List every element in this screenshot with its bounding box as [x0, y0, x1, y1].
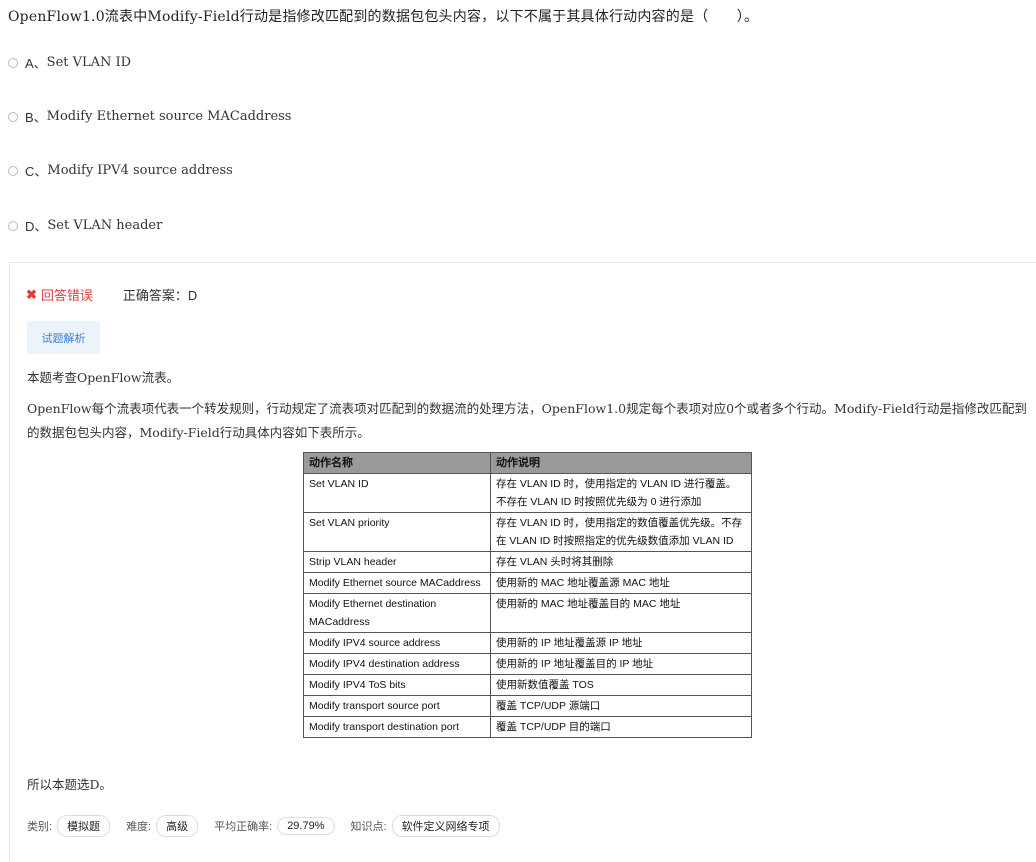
category-label: 类别: — [27, 821, 53, 833]
action-desc: 存在 VLAN 头时将其删除 — [490, 551, 752, 573]
table-row: Modify transport source port 覆盖 TCP/UDP … — [303, 695, 752, 717]
question-meta: 类别: 模拟题 难度: 高级 平均正确率: 29.79% 知识点: 软件定义网络… — [27, 815, 516, 837]
category-tag[interactable]: 模拟题 — [57, 815, 111, 837]
wrong-icon: ✖ — [26, 286, 37, 302]
modify-field-table: 动作名称 动作说明 Set VLAN ID 存在 VLAN ID 时，使用指定的… — [303, 452, 752, 738]
analysis-body: OpenFlow每个流表项代表一个转发规则，行动规定了流表项对匹配到的数据流的处… — [27, 401, 1027, 440]
table-row: Set VLAN ID 存在 VLAN ID 时，使用指定的 VLAN ID 进… — [303, 473, 752, 513]
option-letter: D、 — [25, 219, 48, 234]
table-row: Modify Ethernet source MACaddress 使用新的 M… — [303, 572, 752, 594]
action-name: Modify IPV4 ToS bits — [303, 674, 491, 696]
table-row: Modify IPV4 ToS bits 使用新数值覆盖 TOS — [303, 674, 752, 696]
difficulty-tag: 高级 — [156, 815, 199, 837]
action-desc: 覆盖 TCP/UDP 源端口 — [490, 695, 752, 717]
table-row: Set VLAN priority 存在 VLAN ID 时，使用指定的数值覆盖… — [303, 512, 752, 552]
action-name: Set VLAN ID — [303, 473, 491, 513]
radio-icon[interactable] — [8, 57, 18, 68]
accuracy-tag: 29.79% — [277, 817, 335, 835]
option-text: Set VLAN header — [47, 218, 163, 233]
radio-icon[interactable] — [8, 111, 18, 122]
difficulty-label: 难度: — [126, 821, 152, 833]
analysis-tab-button[interactable]: 试题解析 — [27, 321, 100, 354]
table-header-name: 动作名称 — [303, 452, 491, 474]
table-row: Modify transport destination port 覆盖 TCP… — [303, 716, 752, 738]
action-desc: 存在 VLAN ID 时，使用指定的 VLAN ID 进行覆盖。不存在 VLAN… — [490, 473, 752, 513]
action-desc: 覆盖 TCP/UDP 目的端口 — [490, 716, 752, 738]
option-d[interactable]: D、 Set VLAN header — [8, 216, 162, 235]
option-letter: B、 — [25, 110, 47, 125]
action-name: Modify Ethernet destination MACaddress — [303, 593, 491, 633]
accuracy-label: 平均正确率: — [214, 821, 273, 833]
radio-icon[interactable] — [8, 165, 18, 176]
table-row: Modify IPV4 source address 使用新的 IP 地址覆盖源… — [303, 632, 752, 654]
action-name: Modify IPV4 source address — [303, 632, 491, 654]
wrong-answer-label: 回答错误 — [40, 288, 93, 303]
analysis-conclusion: 所以本题选D。 — [27, 777, 113, 792]
action-name: Modify transport source port — [303, 695, 491, 717]
action-name: Modify transport destination port — [303, 716, 491, 738]
radio-icon[interactable] — [8, 220, 18, 231]
correct-answer-label: 正确答案：D — [122, 288, 198, 303]
table-header-row: 动作名称 动作说明 — [303, 452, 752, 474]
action-name: Modify Ethernet source MACaddress — [303, 572, 491, 594]
option-a[interactable]: A、 Set VLAN ID — [8, 53, 131, 72]
table-row: Modify Ethernet destination MACaddress 使… — [303, 593, 752, 633]
action-desc: 使用新的 MAC 地址覆盖目的 MAC 地址 — [490, 593, 752, 633]
action-desc: 使用新的 IP 地址覆盖目的 IP 地址 — [490, 653, 752, 675]
question-text: OpenFlow1.0流表中Modify-Field行动是指修改匹配到的数据包包… — [8, 9, 759, 25]
action-name: Modify IPV4 destination address — [303, 653, 491, 675]
result-row: ✖ 回答错误 正确答案：D — [26, 285, 197, 304]
option-text: Set VLAN ID — [46, 55, 132, 70]
option-c[interactable]: C、 Modify IPV4 source address — [8, 161, 233, 180]
action-name: Strip VLAN header — [303, 551, 491, 573]
option-text: Modify IPV4 source address — [47, 163, 233, 178]
action-desc: 使用新的 IP 地址覆盖源 IP 地址 — [490, 632, 752, 654]
option-text: Modify Ethernet source MACaddress — [46, 109, 292, 124]
table-header-desc: 动作说明 — [490, 452, 752, 474]
option-letter: C、 — [25, 164, 48, 179]
analysis-intro: 本题考查OpenFlow流表。 — [27, 370, 180, 385]
action-desc: 使用新数值覆盖 TOS — [490, 674, 752, 696]
option-letter: A、 — [25, 56, 47, 71]
table-row: Strip VLAN header 存在 VLAN 头时将其删除 — [303, 551, 752, 573]
action-name: Set VLAN priority — [303, 512, 491, 552]
table-row: Modify IPV4 destination address 使用新的 IP … — [303, 653, 752, 675]
action-desc: 存在 VLAN ID 时，使用指定的数值覆盖优先级。不存在 VLAN ID 时按… — [490, 512, 752, 552]
action-desc: 使用新的 MAC 地址覆盖源 MAC 地址 — [490, 572, 752, 594]
option-b[interactable]: B、 Modify Ethernet source MACaddress — [8, 107, 291, 126]
topic-tag[interactable]: 软件定义网络专项 — [391, 815, 500, 837]
topic-label: 知识点: — [350, 821, 387, 833]
